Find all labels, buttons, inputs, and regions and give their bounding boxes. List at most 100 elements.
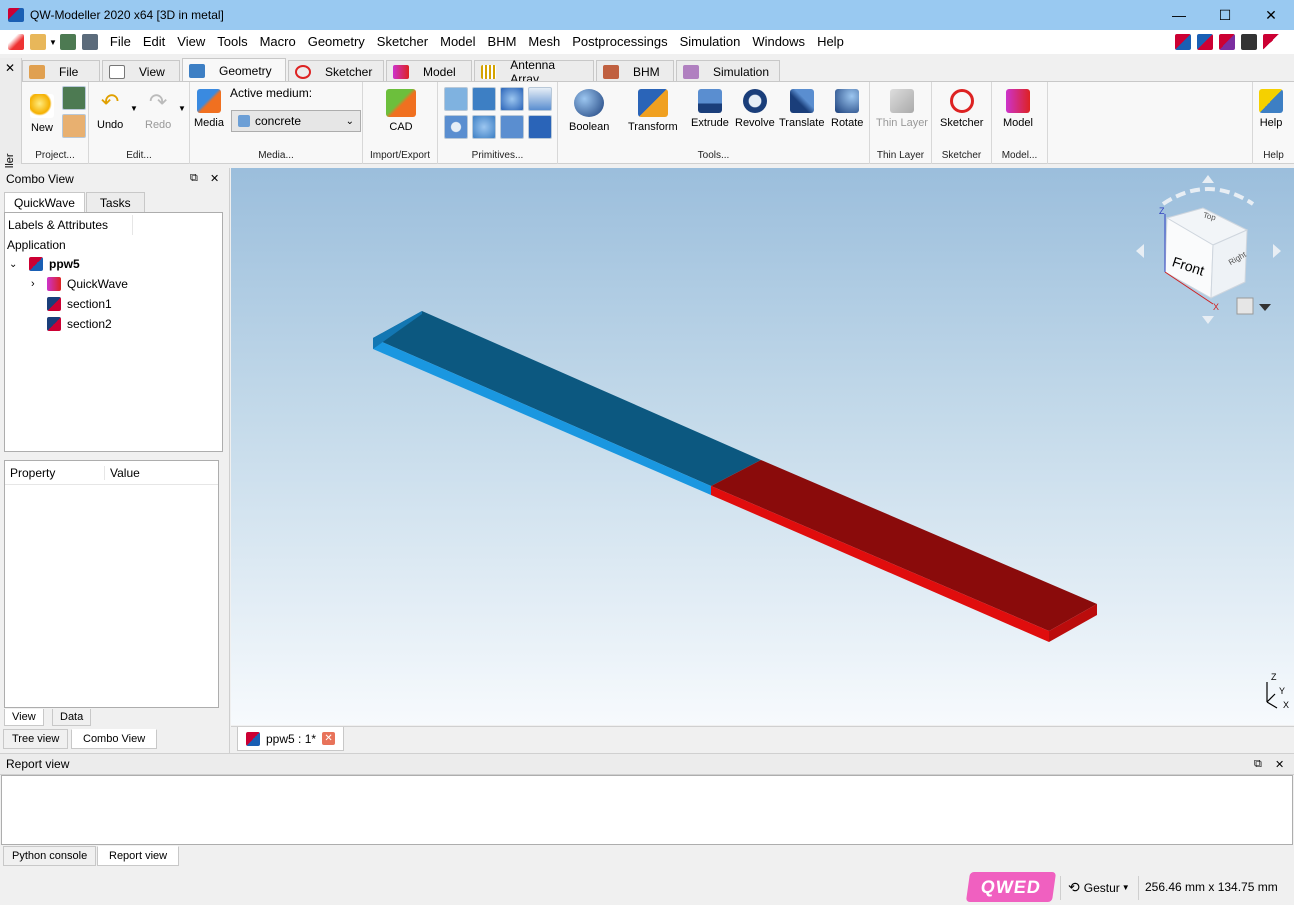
section1-top[interactable]: [373, 311, 761, 486]
tab-quickwave[interactable]: QuickWave: [4, 192, 85, 212]
menu-model[interactable]: Model: [434, 30, 481, 54]
side-close-icon[interactable]: ✕: [5, 61, 15, 75]
menu-bhm[interactable]: BHM: [482, 30, 523, 54]
redo-button[interactable]: ↷ Redo: [145, 91, 171, 132]
undo-button[interactable]: ↶ Undo: [97, 91, 123, 132]
tab-model[interactable]: Model: [386, 60, 472, 82]
menu-help[interactable]: Help: [811, 30, 850, 54]
cad-button[interactable]: CAD: [386, 89, 416, 133]
tab-data-props[interactable]: Data: [52, 709, 92, 726]
section2-top[interactable]: [711, 460, 1097, 631]
qw-editor-icon[interactable]: [1197, 34, 1213, 50]
open-icon[interactable]: [30, 34, 46, 50]
www-icon[interactable]: [1241, 34, 1257, 50]
tree-item-ppw5[interactable]: ⌄ ppw5: [9, 254, 80, 274]
edit-group-label[interactable]: Edit...: [89, 150, 189, 161]
menu-windows[interactable]: Windows: [746, 30, 811, 54]
menu-tools[interactable]: Tools: [211, 30, 253, 54]
media-group-label[interactable]: Media...: [190, 150, 362, 161]
3d-viewport[interactable]: Front Top Right Z X Z Y X: [231, 168, 1294, 725]
tree-item-section2[interactable]: section2: [47, 314, 112, 334]
tab-bhm[interactable]: BHM: [596, 60, 674, 82]
cylinder-icon[interactable]: [472, 87, 496, 111]
menu-simulation[interactable]: Simulation: [674, 30, 747, 54]
undock-icon[interactable]: ⧉: [190, 172, 198, 185]
new-button[interactable]: New: [30, 94, 54, 134]
undock-icon[interactable]: ⧉: [1254, 758, 1262, 771]
menu-file[interactable]: File: [104, 30, 137, 54]
navigation-cube[interactable]: Front Top Right Z X: [1133, 174, 1283, 324]
tab-sketcher[interactable]: Sketcher: [288, 60, 384, 82]
tab-tree-view[interactable]: Tree view: [3, 729, 69, 749]
qw-view-icon[interactable]: [1219, 34, 1235, 50]
navigation-style-button[interactable]: ⟲ Gestur ▼: [1068, 879, 1130, 896]
tree-item-quickwave[interactable]: › QuickWave: [31, 274, 128, 294]
save-project-icon[interactable]: [62, 86, 86, 110]
tab-file[interactable]: File: [22, 60, 100, 82]
thin-layer-button[interactable]: Thin Layer: [876, 89, 928, 129]
tab-view[interactable]: View: [102, 60, 180, 82]
solid-icon: [47, 317, 61, 331]
panel-close-icon[interactable]: ✕: [1275, 758, 1284, 771]
cone-icon[interactable]: [528, 87, 552, 111]
box-icon[interactable]: [444, 87, 468, 111]
menu-postprocessings[interactable]: Postprocessings: [566, 30, 673, 54]
boolean-icon: [574, 89, 605, 117]
active-medium-select[interactable]: concrete ⌄: [231, 110, 361, 132]
ellipsoid-icon[interactable]: [472, 115, 496, 139]
panel-close-icon[interactable]: ✕: [210, 172, 219, 185]
close-tab-icon[interactable]: ✕: [322, 732, 336, 745]
menu-macro[interactable]: Macro: [254, 30, 302, 54]
sketcher-button[interactable]: Sketcher: [940, 89, 983, 129]
save-as-icon[interactable]: [81, 34, 98, 50]
sphere-icon[interactable]: [500, 87, 524, 111]
expand-chevron-icon[interactable]: ⌄: [9, 259, 21, 270]
open-dropdown-icon[interactable]: ▼: [49, 38, 57, 47]
close-button[interactable]: ✕: [1248, 0, 1294, 30]
tab-tasks[interactable]: Tasks: [85, 192, 145, 212]
undo-dropdown-icon[interactable]: ▼: [130, 104, 138, 113]
open-project-icon[interactable]: [62, 114, 86, 138]
tab-geometry[interactable]: Geometry: [182, 58, 286, 82]
model-group-label[interactable]: Model...: [992, 150, 1047, 161]
tube-icon[interactable]: [500, 115, 524, 139]
torus-icon[interactable]: [444, 115, 468, 139]
redo-dropdown-icon[interactable]: ▼: [178, 104, 186, 113]
new-doc-icon[interactable]: [8, 34, 24, 50]
menu-sketcher[interactable]: Sketcher: [371, 30, 434, 54]
translate-button[interactable]: Translate: [779, 89, 824, 129]
property-column: Property: [5, 465, 105, 480]
doc-tab-ppw5[interactable]: ppw5 : 1* ✕: [237, 727, 345, 751]
menu-geometry[interactable]: Geometry: [302, 30, 371, 54]
tab-simulation[interactable]: Simulation: [676, 60, 780, 82]
tree-item-section1[interactable]: section1: [47, 294, 112, 314]
primitives-group-label[interactable]: Primitives...: [438, 150, 557, 161]
boolean-button[interactable]: Boolean: [569, 89, 609, 133]
wedge-icon[interactable]: [528, 115, 552, 139]
revolve-button[interactable]: Revolve: [735, 89, 775, 129]
project-group-label[interactable]: Project...: [22, 150, 88, 161]
tab-label: Sketcher: [325, 64, 373, 79]
transform-button[interactable]: Transform: [628, 89, 678, 133]
maximize-button[interactable]: ☐: [1202, 0, 1248, 30]
save-icon[interactable]: [59, 34, 76, 50]
tools-group-label[interactable]: Tools...: [558, 150, 869, 161]
tab-report-view[interactable]: Report view: [97, 846, 180, 866]
qw-simulator-icon[interactable]: [1175, 34, 1191, 50]
model-button[interactable]: Model: [1003, 89, 1033, 129]
menu-mesh[interactable]: Mesh: [522, 30, 566, 54]
media-button[interactable]: Media: [194, 89, 224, 129]
menu-view[interactable]: View: [171, 30, 211, 54]
tab-combo-view[interactable]: Combo View: [71, 729, 158, 749]
minimize-button[interactable]: —: [1156, 0, 1202, 30]
tab-python-console[interactable]: Python console: [3, 846, 97, 866]
extrude-button[interactable]: Extrude: [691, 89, 729, 129]
rotate-button[interactable]: Rotate: [831, 89, 863, 129]
collapse-chevron-icon[interactable]: ›: [31, 278, 47, 290]
report-output[interactable]: [1, 775, 1293, 845]
qwed-about-icon[interactable]: [1263, 34, 1279, 50]
tab-antenna-array[interactable]: Antenna Array: [474, 58, 594, 86]
tab-view-props[interactable]: View: [4, 709, 44, 726]
menu-edit[interactable]: Edit: [137, 30, 171, 54]
help-button[interactable]: Help: [1259, 89, 1283, 129]
